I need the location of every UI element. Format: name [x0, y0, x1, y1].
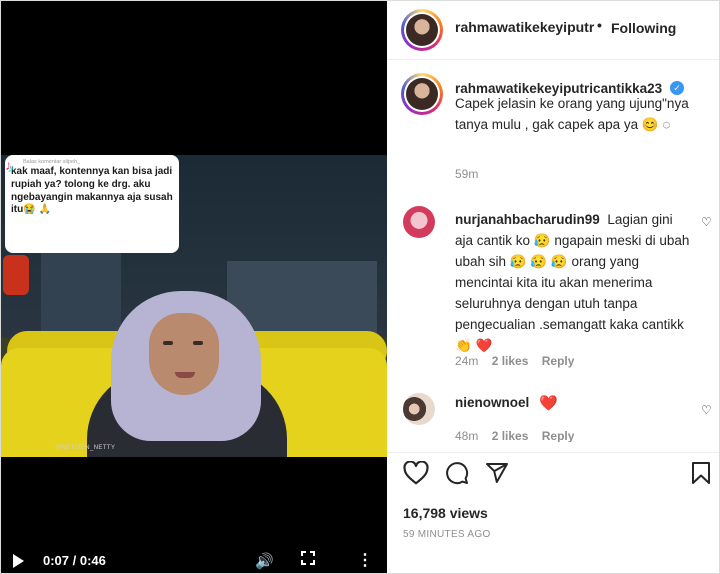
comment-body: Lagian gini aja cantik ko 😥 ngapain mesk…	[455, 212, 690, 353]
comment-likes[interactable]: 2 likes	[492, 354, 529, 368]
like-icon[interactable]	[403, 461, 429, 485]
post-header: rahmawatikekeyiputricantikka23 • Followi…	[387, 1, 719, 60]
caption-time: 59m	[455, 167, 479, 181]
comment-overlay: Balas komentar silpeh_ kak maaf, kontenn…	[5, 155, 179, 253]
overlay-comment: kak maaf, kontennya kan bisa jadi rupiah…	[11, 166, 173, 216]
like-comment-icon[interactable]: ♡	[701, 403, 712, 417]
video-controls: 0:07 / 0:46 🔊 ⋮	[1, 549, 387, 573]
video-player[interactable]: Balas komentar silpeh_ kak maaf, kontenn…	[1, 1, 387, 573]
header-username[interactable]: rahmawatikekeyiputricantikka23	[455, 19, 595, 35]
post-timestamp[interactable]: 59 MINUTES AGO	[403, 529, 491, 540]
comment-body: ❤️	[539, 395, 558, 412]
comment-username[interactable]: nienownoel	[455, 395, 529, 410]
play-icon[interactable]	[13, 554, 24, 568]
tiktok-icon: ♪	[6, 158, 13, 174]
comment-meta: 48m 2 likes Reply	[455, 429, 574, 442]
comment-avatar[interactable]	[403, 393, 435, 425]
fullscreen-icon[interactable]	[301, 551, 315, 565]
caption-avatar[interactable]	[401, 73, 443, 115]
like-comment-icon[interactable]: ♡	[701, 215, 712, 229]
video-watermark: @NETIZEN_NETTY	[55, 445, 116, 451]
reply-button[interactable]: Reply	[542, 429, 575, 442]
comment-text: nurjanahbacharudin99 Lagian gini aja can…	[455, 209, 691, 356]
comment-username[interactable]: nurjanahbacharudin99	[455, 212, 600, 227]
overlay-header: Balas komentar silpeh_	[23, 159, 81, 165]
view-count[interactable]: 16,798 views	[403, 505, 488, 521]
video-time: 0:07 / 0:46	[43, 553, 106, 568]
avatar[interactable]	[401, 9, 443, 51]
comment-time: 48m	[455, 429, 479, 442]
comment-time: 24m	[455, 354, 479, 368]
comment-meta: 24m 2 likes Reply	[455, 354, 574, 368]
post-modal: Balas komentar silpeh_ kak maaf, kontenn…	[0, 0, 720, 574]
more-vert-icon[interactable]: ⋮	[357, 550, 373, 570]
volume-icon[interactable]: 🔊	[255, 552, 274, 570]
comment-icon[interactable]	[445, 461, 469, 485]
header-dot: •	[597, 17, 602, 33]
following-button[interactable]: Following	[611, 20, 676, 36]
caption-text: Capek jelasin ke orang yang ujung"nya ta…	[455, 96, 689, 132]
share-icon[interactable]	[485, 461, 509, 485]
action-bar: 16,798 views 59 MINUTES AGO	[387, 452, 719, 573]
post-panel: rahmawatikekeyiputricantikka23 • Followi…	[387, 1, 719, 573]
bookmark-icon[interactable]	[691, 461, 711, 485]
comment-avatar[interactable]	[403, 206, 435, 238]
reply-button[interactable]: Reply	[542, 354, 575, 368]
comment-likes[interactable]: 2 likes	[492, 429, 529, 442]
